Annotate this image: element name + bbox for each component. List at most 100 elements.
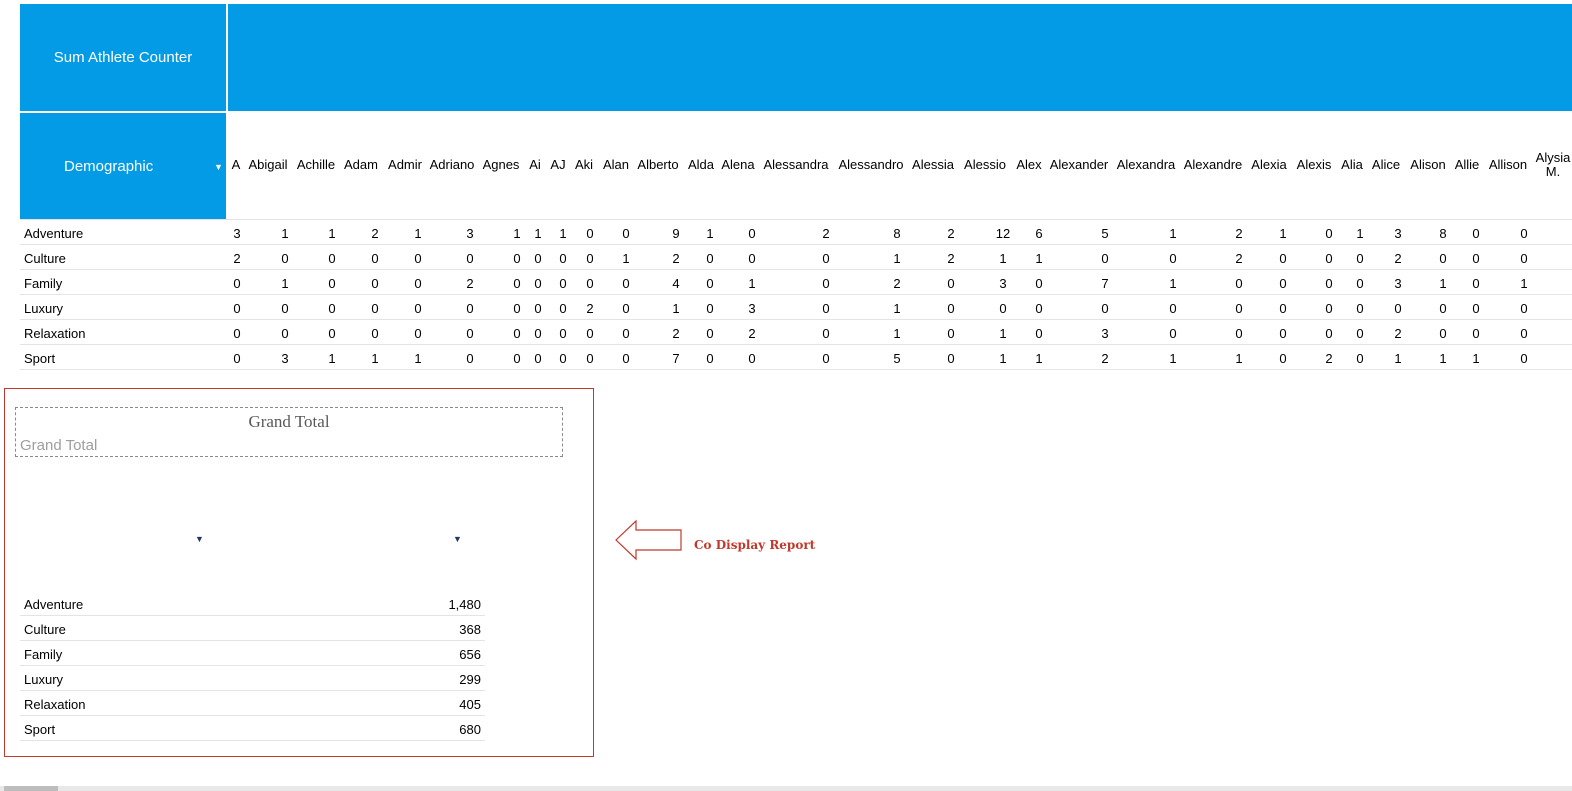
table-cell[interactable]: 0 <box>317 326 347 341</box>
table-cell[interactable]: 0 <box>811 326 841 341</box>
row-label[interactable]: Luxury <box>24 301 63 316</box>
report-row-label[interactable]: Sport <box>24 722 55 737</box>
report-title-box[interactable]: Grand Total Grand Total <box>15 407 563 457</box>
table-cell[interactable]: 0 <box>1314 251 1344 266</box>
table-cell[interactable]: 1 <box>270 226 300 241</box>
table-cell[interactable]: 0 <box>222 301 252 316</box>
column-header[interactable]: Allison <box>1489 158 1527 172</box>
table-cell[interactable]: 3 <box>270 351 300 366</box>
table-cell[interactable]: 1 <box>988 351 1018 366</box>
table-cell[interactable]: 1 <box>1158 351 1188 366</box>
table-cell[interactable]: 1 <box>548 226 578 241</box>
table-cell[interactable]: 7 <box>1090 276 1120 291</box>
column-header[interactable]: Alessia <box>912 158 954 172</box>
table-cell[interactable]: 0 <box>1345 351 1375 366</box>
table-cell[interactable]: 0 <box>695 326 725 341</box>
report-row-label[interactable]: Family <box>24 647 62 662</box>
table-cell[interactable]: 0 <box>1268 351 1298 366</box>
row-label[interactable]: Relaxation <box>24 326 85 341</box>
table-cell[interactable]: 0 <box>403 251 433 266</box>
table-cell[interactable]: 2 <box>737 326 767 341</box>
column-header[interactable]: Alia <box>1341 158 1363 172</box>
table-cell[interactable]: 2 <box>882 276 912 291</box>
table-cell[interactable]: 0 <box>1345 301 1375 316</box>
table-cell[interactable]: 0 <box>1383 301 1413 316</box>
column-header[interactable]: Alex <box>1016 158 1041 172</box>
horizontal-scrollbar[interactable] <box>0 786 1572 791</box>
table-cell[interactable]: 3 <box>1090 326 1120 341</box>
table-cell[interactable]: 0 <box>403 301 433 316</box>
table-cell[interactable]: 2 <box>1224 226 1254 241</box>
table-cell[interactable]: 0 <box>1428 251 1458 266</box>
table-cell[interactable]: 0 <box>575 226 605 241</box>
column-header[interactable]: Alena <box>721 158 754 172</box>
row-field-header[interactable]: Demographic ▼ <box>20 113 226 219</box>
table-cell[interactable]: 8 <box>882 226 912 241</box>
table-cell[interactable]: 0 <box>1158 251 1188 266</box>
table-cell[interactable]: 0 <box>1314 326 1344 341</box>
table-cell[interactable]: 0 <box>611 351 641 366</box>
table-cell[interactable]: 0 <box>575 251 605 266</box>
table-cell[interactable]: 0 <box>936 276 966 291</box>
table-cell[interactable]: 0 <box>270 301 300 316</box>
table-cell[interactable]: 0 <box>737 351 767 366</box>
column-header[interactable]: Alexandra <box>1117 158 1176 172</box>
row-label[interactable]: Adventure <box>24 226 83 241</box>
table-cell[interactable]: 0 <box>1461 226 1491 241</box>
table-cell[interactable]: 0 <box>737 251 767 266</box>
column-header[interactable]: Alessio <box>964 158 1006 172</box>
table-cell[interactable]: 0 <box>988 301 1018 316</box>
column-header[interactable]: Alysia M. <box>1533 151 1572 179</box>
table-cell[interactable]: 0 <box>548 351 578 366</box>
column-header[interactable]: Adriano <box>430 158 475 172</box>
table-cell[interactable]: 0 <box>270 251 300 266</box>
table-cell[interactable]: 0 <box>360 251 390 266</box>
column-header[interactable]: Abigail <box>248 158 287 172</box>
table-cell[interactable]: 0 <box>1461 251 1491 266</box>
table-cell[interactable]: 1 <box>1428 351 1458 366</box>
column-header[interactable]: Achille <box>297 158 335 172</box>
table-cell[interactable]: 0 <box>1224 326 1254 341</box>
table-cell[interactable]: 0 <box>1090 301 1120 316</box>
table-cell[interactable]: 1 <box>1383 351 1413 366</box>
column-header[interactable]: Alan <box>603 158 629 172</box>
table-cell[interactable]: 0 <box>611 301 641 316</box>
table-cell[interactable]: 0 <box>737 226 767 241</box>
table-cell[interactable]: 0 <box>611 326 641 341</box>
table-cell[interactable]: 1 <box>611 251 641 266</box>
table-cell[interactable]: 0 <box>360 301 390 316</box>
table-cell[interactable]: 2 <box>1383 326 1413 341</box>
table-cell[interactable]: 1 <box>1158 276 1188 291</box>
table-cell[interactable]: 1 <box>882 251 912 266</box>
table-cell[interactable]: 0 <box>548 301 578 316</box>
column-header[interactable]: Alberto <box>637 158 678 172</box>
table-cell[interactable]: 0 <box>222 326 252 341</box>
table-cell[interactable]: 0 <box>1509 326 1539 341</box>
caret-down-icon[interactable]: ▼ <box>195 534 204 544</box>
table-cell[interactable]: 0 <box>1158 326 1188 341</box>
table-cell[interactable]: 0 <box>270 326 300 341</box>
table-cell[interactable]: 0 <box>695 301 725 316</box>
table-cell[interactable]: 1 <box>317 226 347 241</box>
table-cell[interactable]: 2 <box>811 226 841 241</box>
table-cell[interactable]: 1 <box>403 351 433 366</box>
table-cell[interactable]: 3 <box>1383 276 1413 291</box>
caret-down-icon[interactable]: ▼ <box>453 534 462 544</box>
column-header[interactable]: Allie <box>1455 158 1480 172</box>
table-cell[interactable]: 0 <box>1345 251 1375 266</box>
table-cell[interactable]: 0 <box>1314 226 1344 241</box>
table-cell[interactable]: 1 <box>1268 226 1298 241</box>
column-header[interactable]: Alice <box>1372 158 1400 172</box>
table-cell[interactable]: 2 <box>1383 251 1413 266</box>
column-header[interactable]: Alessandro <box>838 158 903 172</box>
column-header[interactable]: Alison <box>1410 158 1445 172</box>
table-cell[interactable]: 0 <box>455 251 485 266</box>
table-cell[interactable]: 0 <box>1345 276 1375 291</box>
table-cell[interactable]: 2 <box>936 251 966 266</box>
table-cell[interactable]: 2 <box>360 226 390 241</box>
table-cell[interactable]: 2 <box>661 251 691 266</box>
table-cell[interactable]: 0 <box>1428 301 1458 316</box>
table-cell[interactable]: 5 <box>882 351 912 366</box>
table-cell[interactable]: 0 <box>811 351 841 366</box>
table-cell[interactable]: 7 <box>661 351 691 366</box>
